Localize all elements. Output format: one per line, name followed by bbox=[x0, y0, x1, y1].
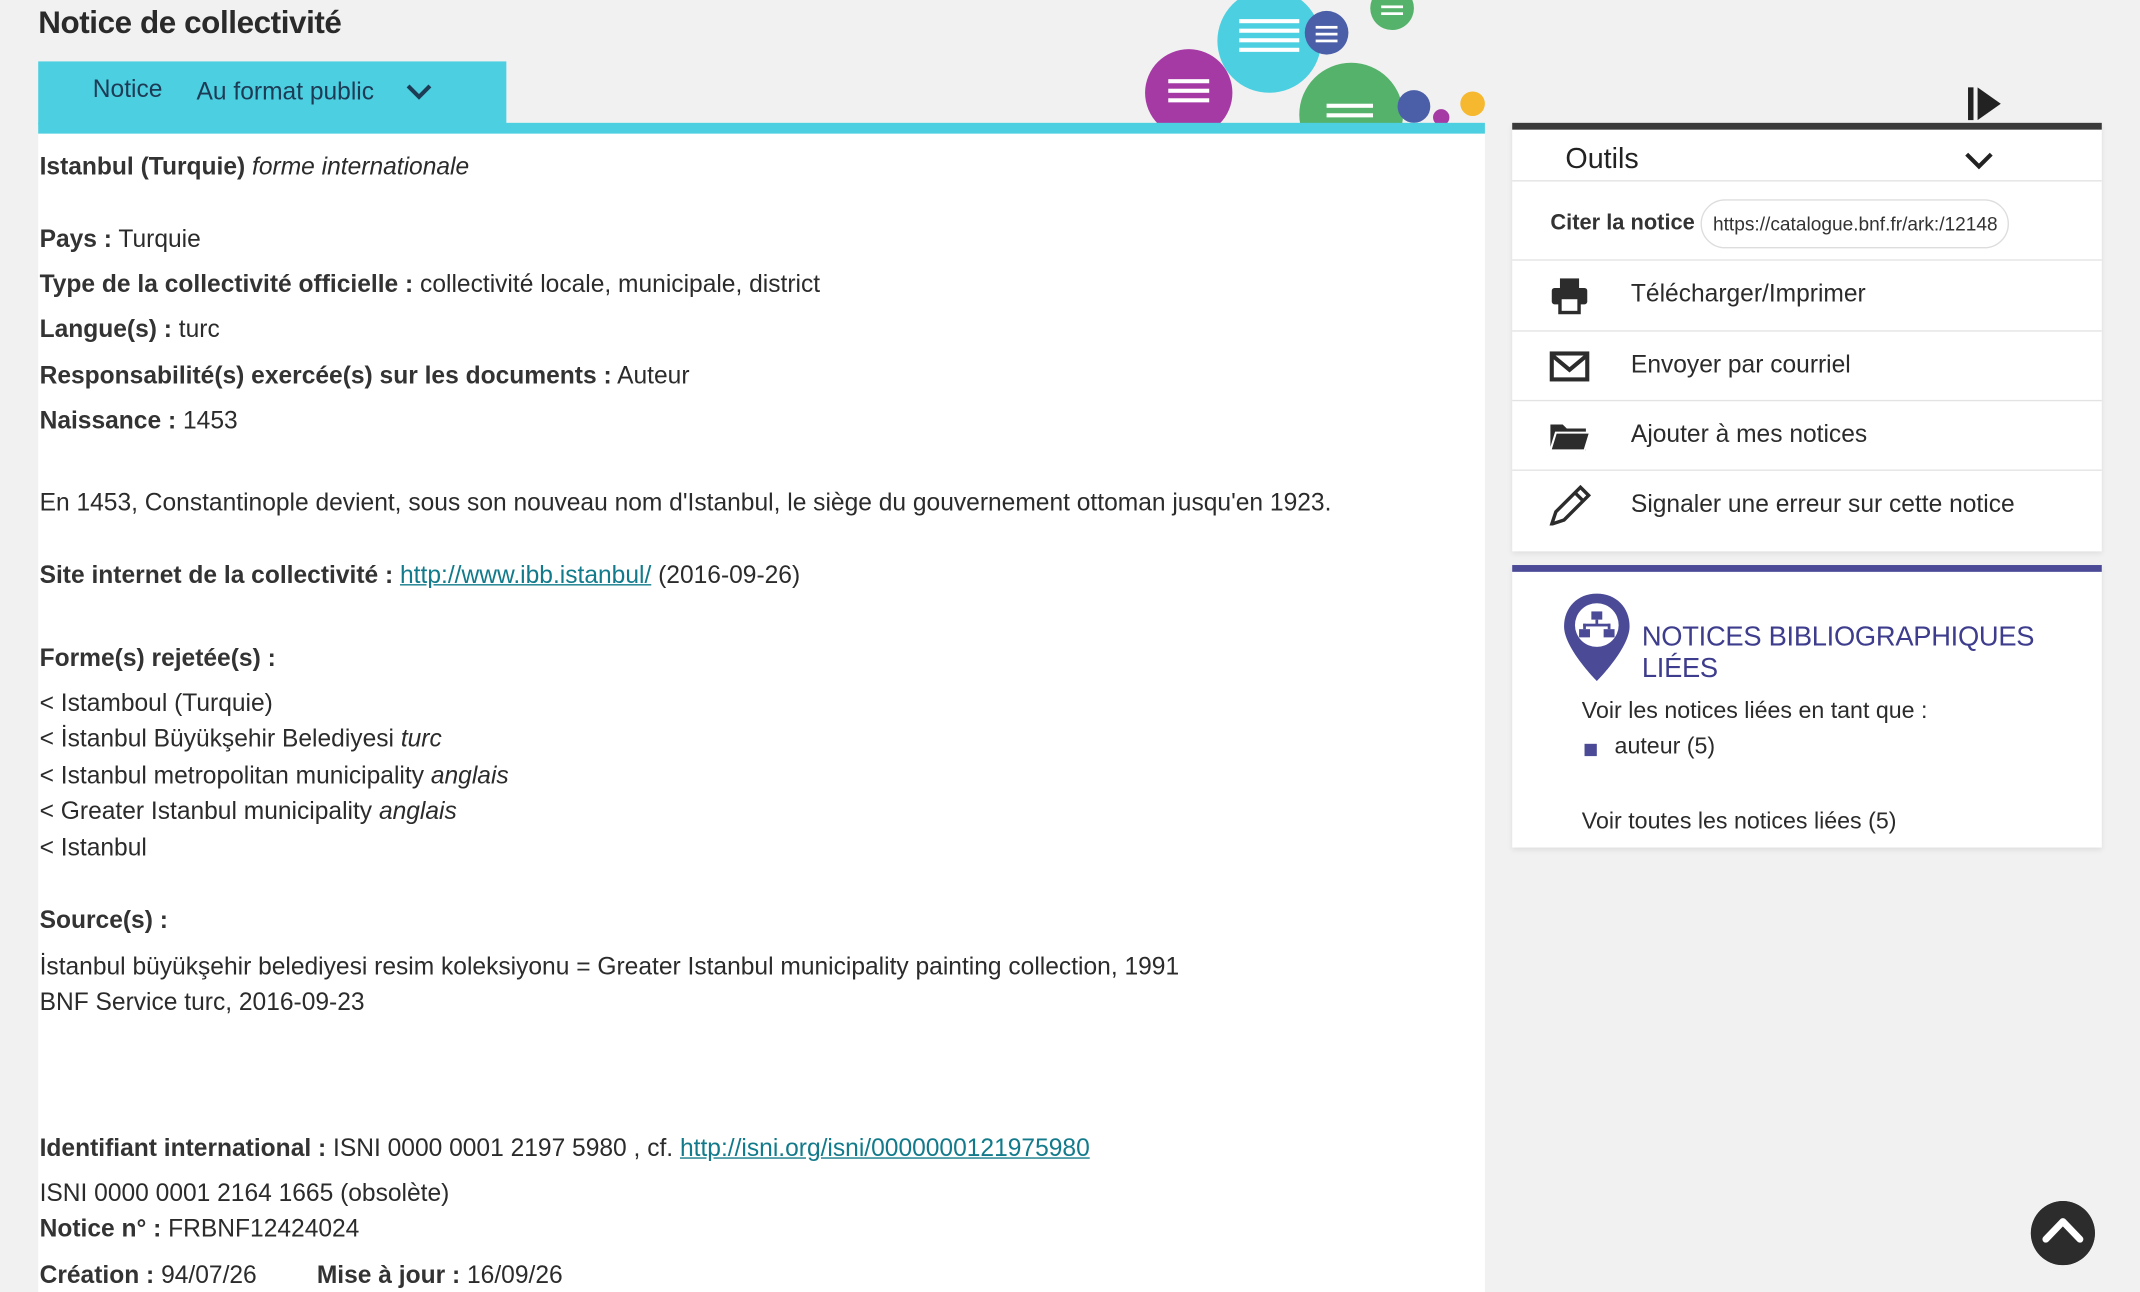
birth-label: Naissance : bbox=[39, 406, 177, 435]
created-value: 94/07/26 bbox=[161, 1261, 257, 1289]
report-error-label: Signaler une erreur sur cette notice bbox=[1630, 489, 2015, 518]
isni-link[interactable]: http://isni.org/isni/0000000121975980 bbox=[680, 1134, 1090, 1161]
decorative-bubbles-illustration bbox=[1145, 0, 1485, 126]
type-label: Type de la collectivité officielle : bbox=[39, 270, 414, 298]
notice-tabbar: Notice Au format public bbox=[38, 61, 507, 125]
notice-number-label: Notice n° : bbox=[39, 1214, 162, 1242]
birth-value: 1453 bbox=[182, 406, 238, 435]
report-error-button[interactable]: Signaler une erreur sur cette notice bbox=[1512, 471, 2102, 539]
linked-bibliographic-notices-panel: NOTICES BIBLIOGRAPHIQUES LIÉES Voir les … bbox=[1512, 565, 2102, 848]
website-label: Site internet de la collectivité : bbox=[39, 560, 394, 589]
isni-obsolete: ISNI 0000 0001 2164 1665 (obsolète) bbox=[39, 1179, 450, 1207]
isni-label: Identifiant international : bbox=[39, 1134, 327, 1162]
divider bbox=[1512, 180, 2102, 182]
website-link[interactable]: http://www.ibb.istanbul/ bbox=[400, 561, 651, 588]
envelope-icon bbox=[1549, 351, 1590, 382]
rejected-form: < Istanbul bbox=[39, 833, 147, 862]
language-line: Langue(s) : turc bbox=[40, 315, 220, 344]
history-note: En 1453, Constantinople devient, sous so… bbox=[39, 488, 1332, 516]
notice-number-line: Notice n° : FRBNF12424024 bbox=[40, 1215, 360, 1244]
chevron-down-icon[interactable] bbox=[1963, 149, 1996, 174]
rejected-label: Forme(s) rejetée(s) : bbox=[39, 644, 276, 672]
type-value: collectivité locale, municipale, distric… bbox=[420, 270, 821, 298]
tools-panel: Outils Citer la notice : Télécharger/Imp… bbox=[1512, 122, 2102, 552]
heading-line: Istanbul (Turquie) forme internationale bbox=[40, 153, 470, 182]
collapse-sidebar-icon[interactable] bbox=[1965, 85, 2003, 123]
folder-icon bbox=[1549, 424, 1592, 452]
birth-line: Naissance : 1453 bbox=[40, 407, 238, 436]
chevron-down-icon[interactable] bbox=[404, 81, 434, 106]
view-all-linked-link[interactable]: Voir toutes les notices liées (5) bbox=[1582, 808, 1897, 835]
page: Notice de collectivité Notice Au format … bbox=[0, 0, 2140, 1292]
updated-label: Mise à jour : bbox=[316, 1261, 461, 1289]
notice-content: Istanbul (Turquie) forme internationale … bbox=[38, 133, 1485, 1292]
rejected-form: < Istanbul metropolitan municipality ang… bbox=[39, 761, 509, 789]
pencil-icon bbox=[1549, 484, 1592, 526]
notice-number-value: FRBNF12424024 bbox=[168, 1214, 360, 1242]
dates-line: Création : 94/07/26 Mise à jour : 16/09/… bbox=[40, 1261, 563, 1290]
isni-line: Identifiant international : ISNI 0000 00… bbox=[40, 1134, 1090, 1163]
printer-icon bbox=[1551, 278, 1588, 315]
country-value: Turquie bbox=[118, 225, 201, 253]
linked-notices-subtitle: Voir les notices liées en tant que : bbox=[1581, 697, 1928, 724]
source-item: BNF Service turc, 2016-09-23 bbox=[39, 988, 365, 1016]
cite-label: Citer la notice : bbox=[1550, 211, 1709, 235]
isni-value: ISNI 0000 0001 2197 5980 , cf. bbox=[333, 1134, 674, 1162]
cite-url-field[interactable] bbox=[1700, 199, 2009, 249]
heading-form: forme internationale bbox=[252, 152, 470, 181]
language-label: Langue(s) : bbox=[39, 315, 172, 343]
sources-label: Source(s) : bbox=[39, 906, 168, 934]
send-email-button[interactable]: Envoyer par courriel bbox=[1512, 332, 2102, 400]
heading-name: Istanbul (Turquie) bbox=[39, 152, 246, 181]
rejected-form: < Istamboul (Turquie) bbox=[39, 689, 273, 717]
linked-author-link[interactable]: auteur (5) bbox=[1615, 733, 1716, 760]
tools-title[interactable]: Outils bbox=[1565, 143, 1638, 176]
add-to-my-notices-label: Ajouter à mes notices bbox=[1630, 420, 1868, 448]
created-label: Création : bbox=[39, 1261, 155, 1289]
website-date: (2016-09-26) bbox=[658, 560, 801, 589]
linked-notices-title: NOTICES BIBLIOGRAPHIQUES LIÉES bbox=[1641, 622, 2035, 684]
rejected-form: < Greater Istanbul municipality anglais bbox=[39, 797, 457, 825]
map-pin-hierarchy-icon bbox=[1564, 593, 1630, 682]
source-item: İstanbul büyükşehir belediyesi resim kol… bbox=[39, 952, 1180, 980]
page-title: Notice de collectivité bbox=[38, 4, 342, 40]
scroll-to-top-button[interactable] bbox=[2030, 1201, 2095, 1266]
updated-value: 16/09/26 bbox=[467, 1261, 563, 1289]
download-print-label: Télécharger/Imprimer bbox=[1630, 279, 1866, 308]
add-to-my-notices-button[interactable]: Ajouter à mes notices bbox=[1512, 401, 2102, 469]
format-select[interactable]: Au format public bbox=[197, 78, 375, 107]
website-line: Site internet de la collectivité : http:… bbox=[40, 561, 801, 590]
responsibility-value: Auteur bbox=[617, 361, 690, 389]
responsibility-line: Responsabilité(s) exercée(s) sur les doc… bbox=[40, 362, 690, 391]
type-line: Type de la collectivité officielle : col… bbox=[40, 270, 821, 299]
send-email-label: Envoyer par courriel bbox=[1630, 350, 1851, 379]
bullet-square bbox=[1584, 743, 1597, 757]
rejected-form: < İstanbul Büyükşehir Belediyesi turc bbox=[39, 724, 442, 753]
language-value: turc bbox=[178, 315, 220, 343]
tab-notice[interactable]: Notice bbox=[93, 75, 163, 104]
country-line: Pays : Turquie bbox=[40, 225, 201, 254]
country-label: Pays : bbox=[39, 225, 112, 253]
responsibility-label: Responsabilité(s) exercée(s) sur les doc… bbox=[39, 361, 612, 389]
tab-underline bbox=[38, 122, 1485, 134]
download-print-button[interactable]: Télécharger/Imprimer bbox=[1512, 261, 2102, 329]
